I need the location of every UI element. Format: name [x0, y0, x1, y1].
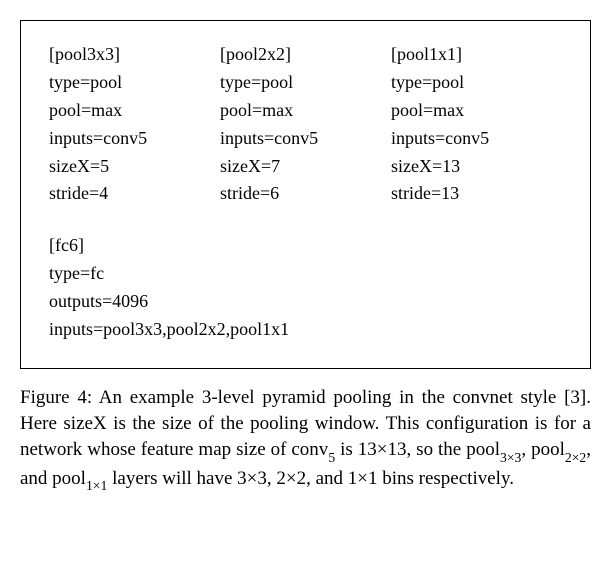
pool2x2-lines: type=pool pool=max inputs=conv5 sizeX=7 …	[220, 69, 391, 208]
pool2x2-header: [pool2x2]	[220, 41, 391, 69]
config-box: [pool3x3] type=pool pool=max inputs=conv…	[20, 20, 591, 369]
caption-sub-3: 2×2	[565, 450, 586, 465]
caption-text-2: is 13×13, so the pool	[335, 439, 500, 460]
caption-text-3: , pool	[521, 439, 565, 460]
caption-sub-1: 5	[328, 450, 335, 465]
pool-layers-row: [pool3x3] type=pool pool=max inputs=conv…	[49, 41, 562, 208]
fc6-config: [fc6] type=fc outputs=4096 inputs=pool3x…	[49, 232, 562, 344]
caption-text-5: layers will have 3×3, 2×2, and 1×1 bins …	[107, 468, 514, 489]
pool1x1-lines: type=pool pool=max inputs=conv5 sizeX=13…	[391, 69, 562, 208]
figure-caption: Figure 4: An example 3-level pyramid poo…	[20, 385, 591, 495]
pool3x3-header: [pool3x3]	[49, 41, 220, 69]
caption-sub-2: 3×3	[500, 450, 521, 465]
pool2x2-config: [pool2x2] type=pool pool=max inputs=conv…	[220, 41, 391, 208]
pool1x1-config: [pool1x1] type=pool pool=max inputs=conv…	[391, 41, 562, 208]
pool3x3-config: [pool3x3] type=pool pool=max inputs=conv…	[49, 41, 220, 208]
pool3x3-lines: type=pool pool=max inputs=conv5 sizeX=5 …	[49, 69, 220, 208]
fc6-lines: type=fc outputs=4096 inputs=pool3x3,pool…	[49, 260, 562, 344]
pool1x1-header: [pool1x1]	[391, 41, 562, 69]
caption-sub-4: 1×1	[86, 478, 107, 493]
fc6-header: [fc6]	[49, 232, 562, 260]
